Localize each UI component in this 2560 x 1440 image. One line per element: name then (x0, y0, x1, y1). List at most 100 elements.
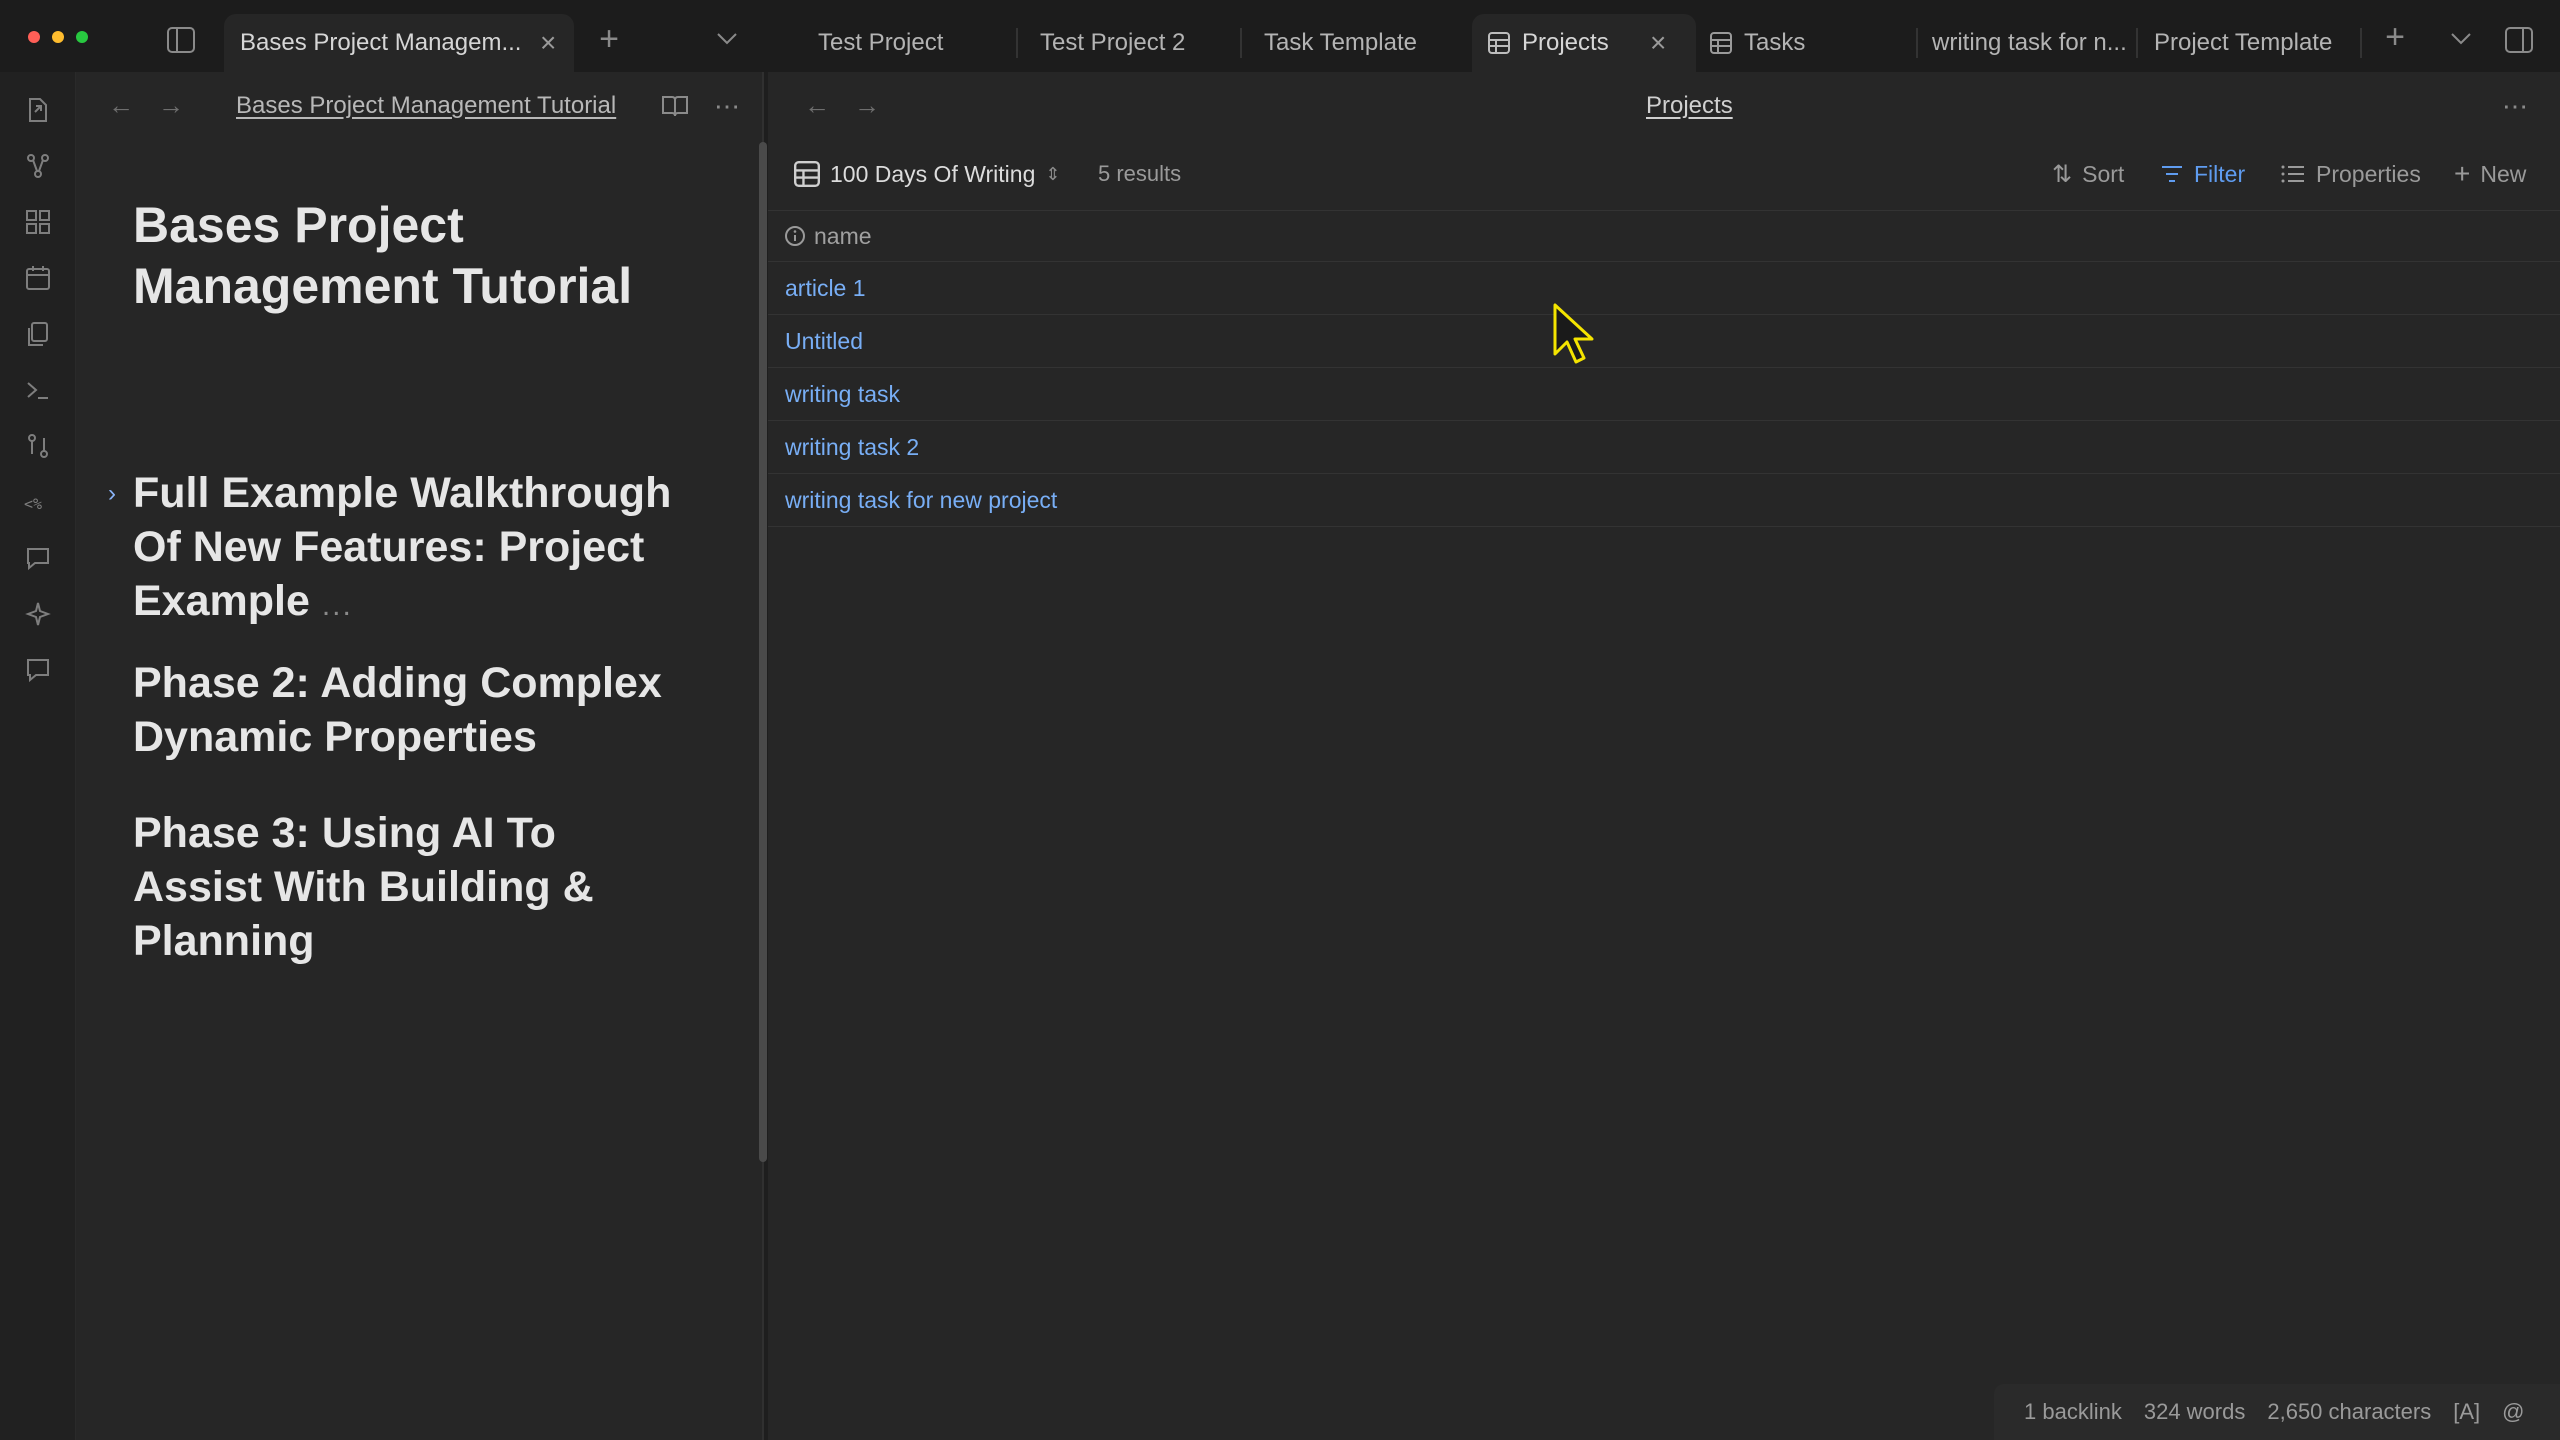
left-ribbon: <% (0, 72, 76, 1440)
table-header: name (768, 210, 2560, 262)
mouse-cursor-icon (1553, 303, 1594, 364)
sparkle-icon[interactable] (24, 600, 52, 628)
more-options-icon[interactable]: ⋯ (712, 91, 742, 121)
sort-button[interactable]: ⇅ Sort (2052, 150, 2124, 198)
table-icon (794, 161, 820, 187)
table-icon (1488, 32, 1510, 54)
word-count: 324 words (2143, 1399, 2246, 1424)
tab-label: Projects (1522, 29, 1609, 56)
tab-writing-task-for-new-project[interactable]: writing task for n... (1932, 14, 2127, 72)
minimize-window-button[interactable] (52, 31, 64, 43)
sort-label: Sort (2082, 160, 2125, 187)
row-link[interactable]: article 1 (785, 275, 866, 302)
backlink-count[interactable]: 1 backlink (2024, 1399, 2122, 1425)
collapsed-content-indicator[interactable]: ... (322, 589, 353, 622)
zoom-window-button[interactable] (76, 31, 88, 43)
tab-label: Task Template (1264, 29, 1417, 56)
sort-icon: ⇅ (2052, 160, 2073, 188)
heading-text: Full Example Walkthrough Of New Features… (133, 469, 672, 625)
git-compare-icon[interactable] (24, 432, 52, 460)
left-pane-scrollbar[interactable] (759, 142, 767, 1162)
row-link[interactable]: writing task for new project (785, 487, 1057, 514)
tab-tasks[interactable]: Tasks (1710, 14, 1805, 72)
tab-task-template[interactable]: Task Template (1264, 14, 1417, 72)
list-icon (2280, 164, 2306, 184)
graph-view-icon[interactable] (24, 152, 52, 180)
row-link[interactable]: Untitled (785, 328, 863, 355)
tab-test-project-2[interactable]: Test Project 2 (1040, 14, 1185, 72)
table-row: writing task for new project (768, 474, 2560, 527)
results-count: 5 results (1098, 161, 1182, 186)
character-count: 2,650 characters (2267, 1399, 2432, 1424)
back-arrow-icon[interactable]: ← (108, 90, 134, 121)
chevron-down-icon[interactable] (712, 24, 742, 54)
toggle-left-sidebar-icon[interactable] (164, 24, 198, 56)
open-file-icon[interactable] (24, 96, 52, 124)
properties-button[interactable]: Properties (2280, 150, 2421, 198)
close-icon[interactable]: × (540, 27, 556, 59)
note-title: Bases Project Management Tutorial (133, 197, 633, 314)
heading-full-example: Full Example Walkthrough Of New Features… (133, 466, 693, 633)
fold-chevron-icon[interactable]: › (108, 480, 116, 508)
view-selector[interactable]: 100 Days Of Writing ⇕ (794, 150, 1060, 198)
window-controls (28, 31, 88, 43)
calendar-icon[interactable] (24, 264, 52, 292)
table-row: writing task (768, 368, 2560, 421)
chat-icon[interactable] (24, 656, 52, 684)
heading-phase-2: Phase 2: Adding Complex Dynamic Properti… (133, 659, 662, 761)
tab-label: Project Template (2154, 29, 2333, 56)
new-label: New (2480, 160, 2527, 187)
column-header-name[interactable]: name (814, 223, 872, 250)
table-row: writing task 2 (768, 421, 2560, 474)
forward-arrow-icon[interactable]: → (854, 90, 880, 121)
table-icon (1710, 32, 1732, 54)
tab-label: Bases Project Managem... (240, 29, 522, 56)
tab-test-project[interactable]: Test Project (818, 14, 943, 72)
templater-icon[interactable]: <% (24, 488, 52, 516)
tab-label: Test Project (818, 29, 944, 56)
chevron-up-down-icon: ⇕ (1045, 163, 1061, 184)
tab-projects[interactable]: Projects × (1472, 14, 1696, 72)
base-toolbar: 100 Days Of Writing ⇕ 5 results ⇅ Sort F… (768, 150, 2560, 210)
tab-divider (2136, 28, 2138, 58)
tab-label: writing task for n... (1932, 29, 2127, 56)
row-link[interactable]: writing task 2 (785, 434, 919, 461)
close-window-button[interactable] (28, 31, 40, 43)
tab-project-template[interactable]: Project Template (2154, 14, 2332, 72)
tab-divider (1016, 28, 1018, 58)
canvas-grid-icon[interactable] (24, 208, 52, 236)
comment-icon[interactable] (24, 544, 52, 572)
tab-bar: Bases Project Managem... × + Test Projec… (0, 0, 2560, 72)
svg-text:<%: <% (24, 495, 42, 513)
new-tab-icon[interactable]: + (594, 20, 624, 58)
reading-view-icon[interactable] (660, 92, 690, 120)
terminal-icon[interactable] (24, 376, 52, 404)
new-tab-icon[interactable]: + (2380, 18, 2410, 56)
filter-label: Filter (2194, 160, 2246, 187)
row-link[interactable]: writing task (785, 381, 900, 408)
info-icon (784, 225, 806, 247)
tab-divider (1240, 28, 1242, 58)
view-title[interactable]: Projects (1646, 92, 1733, 120)
editor-mode-badge[interactable]: [A] (2453, 1399, 2480, 1425)
forward-arrow-icon[interactable]: → (158, 90, 184, 121)
base-table: name article 1 Untitled writing task wri… (768, 210, 2560, 527)
new-button[interactable]: + New (2454, 150, 2526, 198)
filter-icon (2160, 164, 2184, 184)
back-arrow-icon[interactable]: ← (804, 90, 830, 121)
filter-button[interactable]: Filter (2160, 150, 2245, 198)
note-title-breadcrumb[interactable]: Bases Project Management Tutorial (236, 92, 616, 120)
plus-icon: + (2454, 158, 2471, 189)
chevron-down-icon[interactable] (2446, 24, 2476, 54)
tab-label: Test Project 2 (1040, 29, 1186, 56)
toggle-right-sidebar-icon[interactable] (2502, 24, 2536, 56)
copy-files-icon[interactable] (24, 320, 52, 348)
view-name: 100 Days Of Writing (830, 160, 1036, 187)
tab-label: Tasks (1744, 29, 1806, 56)
table-row: Untitled (768, 315, 2560, 368)
tab-bases-project-management[interactable]: Bases Project Managem... × (224, 14, 574, 72)
close-icon[interactable]: × (1650, 27, 1666, 59)
tab-divider (1916, 28, 1918, 58)
at-icon[interactable]: @ (2502, 1399, 2524, 1425)
more-options-icon[interactable]: ⋯ (2500, 91, 2530, 121)
